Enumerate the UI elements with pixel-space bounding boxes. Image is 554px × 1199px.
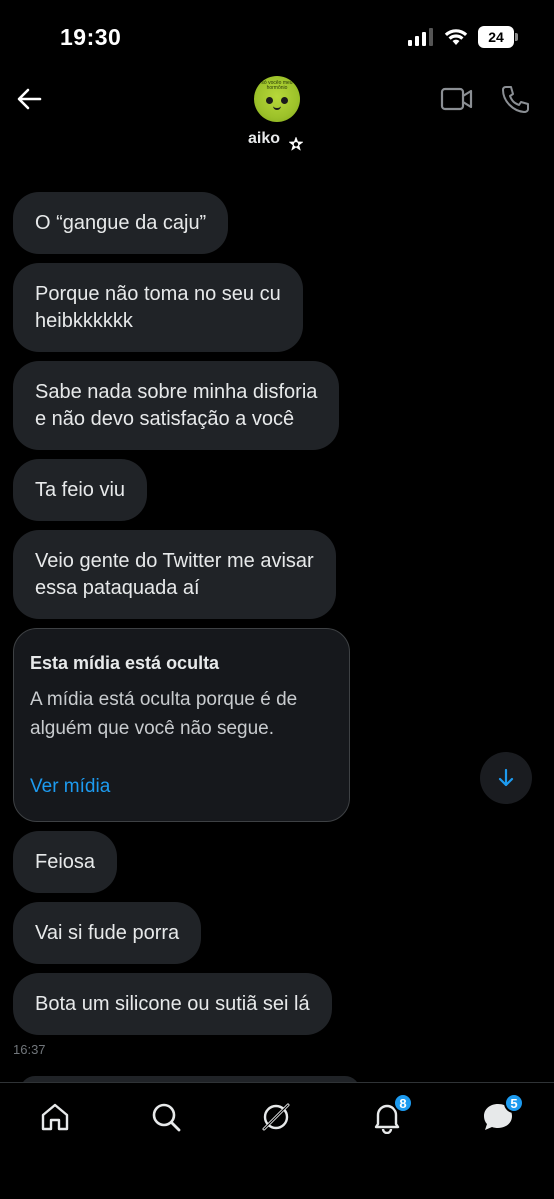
- message-line: essa pataquada aí: [35, 576, 200, 599]
- status-icons: 24: [408, 26, 518, 48]
- scroll-to-bottom-button[interactable]: [480, 752, 532, 804]
- hidden-media-card: Esta mídia está oculta A mídia está ocul…: [13, 628, 350, 822]
- hidden-media-title: Esta mídia está oculta: [30, 653, 220, 673]
- hidden-media-description: A mídia está oculta porque é de alguém q…: [30, 689, 298, 739]
- message-text: Feiosa: [35, 849, 95, 876]
- message-text: Veio gente do Twitter me avisar essa pat…: [35, 548, 314, 602]
- message-text: Ta feio viu: [35, 477, 125, 504]
- message-text: O “gangue da caju”: [35, 210, 206, 237]
- message-bubble[interactable]: Vai si fude porra: [13, 902, 202, 964]
- message-bubble[interactable]: Bota um silicone ou sutiã sei lá: [13, 973, 332, 1035]
- message-timestamp: 16:37: [13, 1042, 46, 1057]
- status-time: 19:30: [60, 24, 122, 50]
- avatar-mouth: [273, 106, 281, 110]
- message-line: Porque não toma no seu cu: [35, 282, 281, 305]
- verified-star-icon: [288, 136, 304, 151]
- contact-name[interactable]: aiko: [248, 130, 280, 148]
- wifi-icon: [444, 29, 468, 45]
- message-line: Vai si fude porra: [35, 921, 180, 944]
- tab-grok[interactable]: [258, 1099, 294, 1135]
- message-text: Porque não toma no seu cu heibkkkkkk: [35, 281, 281, 335]
- view-media-link[interactable]: Ver mídia: [30, 776, 110, 798]
- message-line: Bota um silicone ou sutiã sei lá: [35, 992, 310, 1015]
- message-line: Ta feio viu: [35, 478, 126, 501]
- message-bubble[interactable]: Porque não toma no seu cu heibkkkkkk: [13, 263, 303, 352]
- message-line: Veio gente do Twitter me avisar: [35, 549, 314, 572]
- battery-level: 24: [488, 29, 504, 45]
- message-bubble[interactable]: Veio gente do Twitter me avisar essa pat…: [13, 530, 336, 619]
- message-bubble[interactable]: Sabe nada sobre minha disforia e não dev…: [13, 361, 340, 450]
- grok-icon: [262, 1103, 290, 1131]
- avatar-text: só vocêo meu hormônio: [261, 80, 293, 91]
- bottom-tab-bar: 8 5: [0, 1082, 554, 1199]
- message-text: Vai si fude porra: [35, 920, 179, 947]
- avatar-eye-left: [266, 97, 273, 104]
- message-bubble[interactable]: Ta feio viu: [13, 459, 148, 521]
- arrow-down-icon: [498, 768, 514, 787]
- battery-indicator: 24: [478, 26, 518, 48]
- tab-notifications[interactable]: 8: [369, 1093, 413, 1135]
- back-arrow-icon[interactable]: [14, 84, 44, 114]
- message-line: heibkkkkkk: [35, 309, 133, 332]
- video-camera-icon[interactable]: [440, 86, 474, 112]
- home-icon: [41, 1103, 69, 1131]
- message-line: O “gangue da caju”: [35, 211, 207, 234]
- message-line: e não devo satisfação a você: [35, 407, 295, 430]
- status-bar: 19:30 24: [0, 0, 554, 72]
- conversation-header: só vocêo meu hormônio aiko: [0, 72, 554, 172]
- tab-search[interactable]: [148, 1099, 184, 1135]
- message-bubble[interactable]: Feiosa: [13, 831, 118, 893]
- search-icon: [152, 1103, 181, 1132]
- signal-icon: [408, 28, 433, 46]
- contact-avatar[interactable]: só vocêo meu hormônio: [254, 76, 300, 122]
- avatar-eye-right: [281, 97, 288, 104]
- phone-icon[interactable]: [500, 84, 530, 114]
- message-line: Sabe nada sobre minha disforia: [35, 380, 318, 403]
- message-line: Feiosa: [35, 850, 96, 873]
- message-text: Sabe nada sobre minha disforia e não dev…: [35, 379, 317, 433]
- tab-home[interactable]: [37, 1099, 73, 1135]
- notifications-badge: 8: [393, 1093, 413, 1113]
- tab-messages[interactable]: 5: [480, 1093, 524, 1135]
- message-bubble[interactable]: O “gangue da caju”: [13, 192, 229, 254]
- messages-badge: 5: [504, 1093, 524, 1113]
- message-text: Bota um silicone ou sutiã sei lá: [35, 991, 310, 1018]
